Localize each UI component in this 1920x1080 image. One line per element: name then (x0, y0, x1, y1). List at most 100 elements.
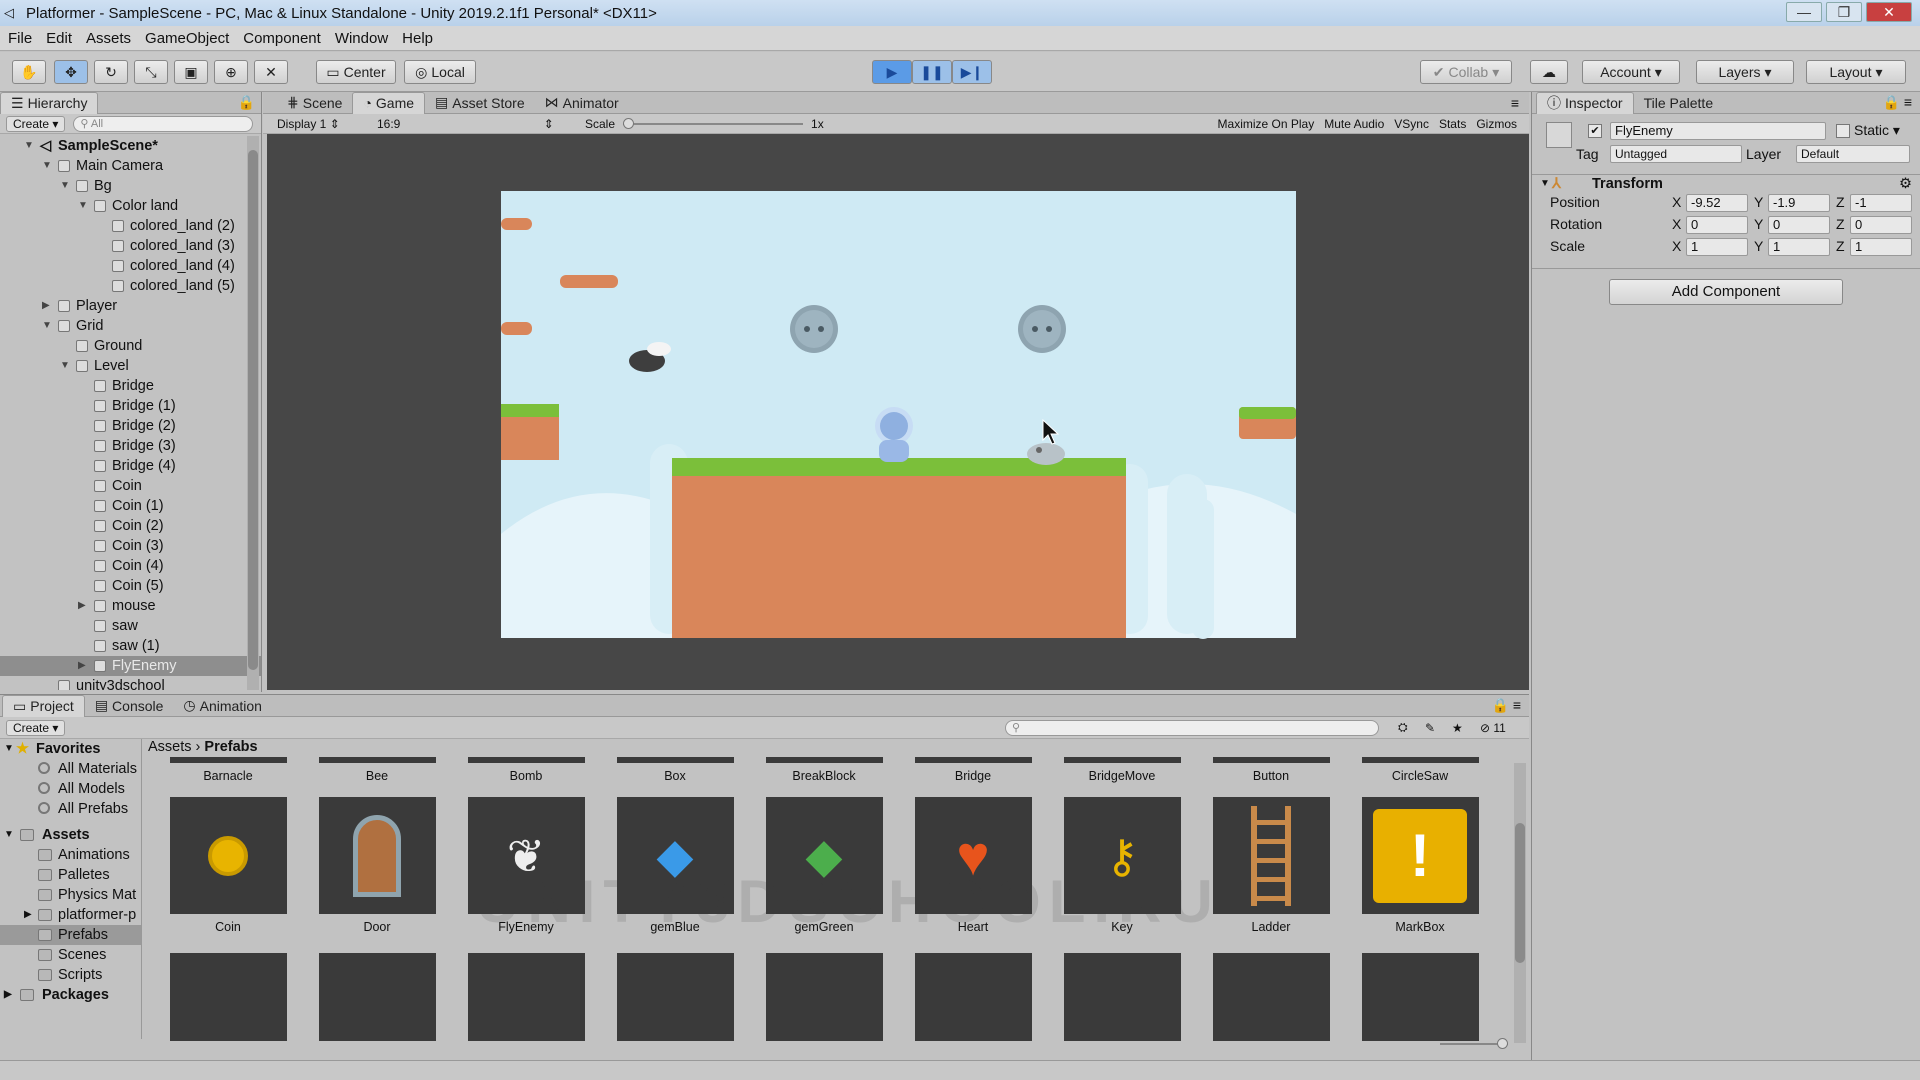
asset-item[interactable]: Bomb (466, 757, 586, 783)
panel-menu-icon[interactable]: ≡ (1511, 95, 1519, 111)
folder-item[interactable]: Animations (0, 845, 141, 865)
axis-label[interactable]: Z (1836, 216, 1845, 232)
favorite-star-icon[interactable]: ★ (1452, 721, 1463, 735)
vsync-toggle[interactable]: VSync (1394, 117, 1429, 131)
tab-animation[interactable]: ◷ Animation (173, 695, 271, 717)
menu-component[interactable]: Component (243, 30, 321, 47)
lock-icon[interactable]: 🔒 (238, 94, 255, 111)
asset-item[interactable] (168, 953, 288, 1041)
hierarchy-item[interactable]: Bridge (1) (0, 396, 261, 416)
collab-dropdown[interactable]: ✔ Collab ▾ (1420, 60, 1512, 84)
stats-toggle[interactable]: Stats (1439, 117, 1466, 131)
tag-dropdown[interactable]: Untagged (1610, 145, 1742, 163)
close-button[interactable]: ✕ (1866, 2, 1912, 22)
scale-tool-button[interactable]: ⤡ (134, 60, 168, 84)
menu-gameobject[interactable]: GameObject (145, 30, 229, 47)
pause-button[interactable]: ❚❚ (912, 60, 952, 84)
chevron-right-icon[interactable]: ▶ (24, 905, 32, 925)
aspect-dropdown[interactable]: 16:9 ⇕ (377, 117, 577, 131)
project-scrollbar[interactable] (1514, 763, 1526, 1043)
project-create-dropdown[interactable]: Create ▾ (6, 719, 66, 736)
asset-item[interactable]: ! MarkBox (1360, 797, 1480, 934)
asset-item[interactable] (1062, 953, 1182, 1041)
add-component-button[interactable]: Add Component (1609, 279, 1843, 305)
cloud-button[interactable]: ☁ (1530, 60, 1568, 84)
scale-slider[interactable] (623, 117, 804, 129)
slider-thumb[interactable] (623, 117, 635, 129)
menu-file[interactable]: File (8, 30, 32, 47)
asset-item[interactable] (1360, 953, 1480, 1041)
transform-x-field[interactable]: 1 (1686, 238, 1748, 256)
folder-item[interactable]: Scenes (0, 945, 141, 965)
hierarchy-item[interactable]: saw (0, 616, 261, 636)
tab-game[interactable]: ◔ Game (352, 91, 426, 114)
hierarchy-item[interactable]: Coin (0, 476, 261, 496)
pivot-local-button[interactable]: ◎ Local (404, 60, 476, 84)
layout-dropdown[interactable]: Layout ▾ (1806, 60, 1906, 84)
transform-x-field[interactable]: 0 (1686, 216, 1748, 234)
transform-z-field[interactable]: 0 (1850, 216, 1912, 234)
favorite-item[interactable]: All Prefabs (0, 799, 141, 819)
axis-label[interactable]: X (1672, 238, 1681, 254)
menu-edit[interactable]: Edit (46, 30, 72, 47)
game-viewport[interactable] (267, 134, 1529, 690)
hierarchy-item[interactable]: ▶ mouse (0, 596, 261, 616)
hierarchy-item[interactable]: ▼ Color land (0, 196, 261, 216)
packages-header[interactable]: ▶ Packages (0, 985, 141, 1005)
breadcrumb-prefabs[interactable]: Prefabs (204, 739, 257, 755)
hierarchy-item[interactable]: ▼ Level (0, 356, 261, 376)
rotate-tool-button[interactable]: ↻ (94, 60, 128, 84)
chevron-down-icon[interactable]: ▼ (60, 176, 70, 196)
hidden-count-badge[interactable]: ⊘ 11 (1480, 721, 1506, 735)
chevron-down-icon[interactable]: ▼ (60, 356, 70, 376)
pivot-center-button[interactable]: ▭ Center (316, 60, 396, 84)
folder-item[interactable]: ▶ platformer-p (0, 905, 141, 925)
lock-icon[interactable]: 🔒 ≡ (1883, 94, 1913, 111)
hierarchy-item[interactable]: unity3dschool (0, 676, 261, 690)
object-name-field[interactable]: FlyEnemy (1610, 122, 1826, 140)
asset-item[interactable] (913, 953, 1033, 1041)
asset-item[interactable] (615, 953, 735, 1041)
asset-item[interactable] (1211, 953, 1331, 1041)
tab-project[interactable]: ▭ Project (2, 694, 85, 717)
chevron-right-icon[interactable]: ▶ (42, 296, 50, 316)
settings-icon[interactable]: ⚙ (1899, 175, 1912, 193)
transform-tool-button[interactable]: ⊕ (214, 60, 248, 84)
asset-item[interactable]: CircleSaw (1360, 757, 1480, 783)
asset-item[interactable]: Bee (317, 757, 437, 783)
folder-item[interactable]: Physics Mat (0, 885, 141, 905)
asset-item[interactable]: BreakBlock (764, 757, 884, 783)
menu-window[interactable]: Window (335, 30, 388, 47)
filter-label-icon[interactable]: ✎ (1425, 721, 1435, 735)
hierarchy-item[interactable]: ▼ Grid (0, 316, 261, 336)
active-checkbox[interactable]: ✔ (1588, 124, 1602, 138)
tab-console[interactable]: ▤ Console (85, 695, 174, 717)
folder-item[interactable]: Scripts (0, 965, 141, 985)
hierarchy-item[interactable]: Ground (0, 336, 261, 356)
asset-item[interactable]: Ladder (1211, 797, 1331, 934)
asset-item[interactable]: BridgeMove (1062, 757, 1182, 783)
hierarchy-item[interactable]: saw (1) (0, 636, 261, 656)
move-tool-button[interactable]: ✥ (54, 60, 88, 84)
menu-help[interactable]: Help (402, 30, 433, 47)
hierarchy-item[interactable]: Coin (5) (0, 576, 261, 596)
axis-label[interactable]: Z (1836, 238, 1845, 254)
slider-thumb[interactable] (1497, 1038, 1508, 1049)
project-search-input[interactable]: ⚲ (1005, 719, 1379, 736)
asset-item[interactable] (764, 953, 884, 1041)
hierarchy-item[interactable]: Bridge (2) (0, 416, 261, 436)
transform-z-field[interactable]: 1 (1850, 238, 1912, 256)
play-button[interactable]: ▶ (872, 60, 912, 84)
transform-y-field[interactable]: -1.9 (1768, 194, 1830, 212)
folder-item[interactable]: Prefabs (0, 925, 141, 945)
filter-type-icon[interactable]: ⛭ (1398, 720, 1408, 735)
custom-tool-button[interactable]: ✕ (254, 60, 288, 84)
axis-label[interactable]: Y (1754, 216, 1763, 232)
hierarchy-item[interactable]: ▶ Player (0, 296, 261, 316)
chevron-down-icon[interactable]: ▼ (42, 156, 52, 176)
tab-asset-store[interactable]: ▤ Asset Store (425, 92, 535, 114)
favorite-item[interactable]: All Materials (0, 759, 141, 779)
asset-item[interactable]: Coin (168, 797, 288, 934)
favorite-item[interactable]: All Models (0, 779, 141, 799)
account-dropdown[interactable]: Account ▾ (1582, 60, 1680, 84)
